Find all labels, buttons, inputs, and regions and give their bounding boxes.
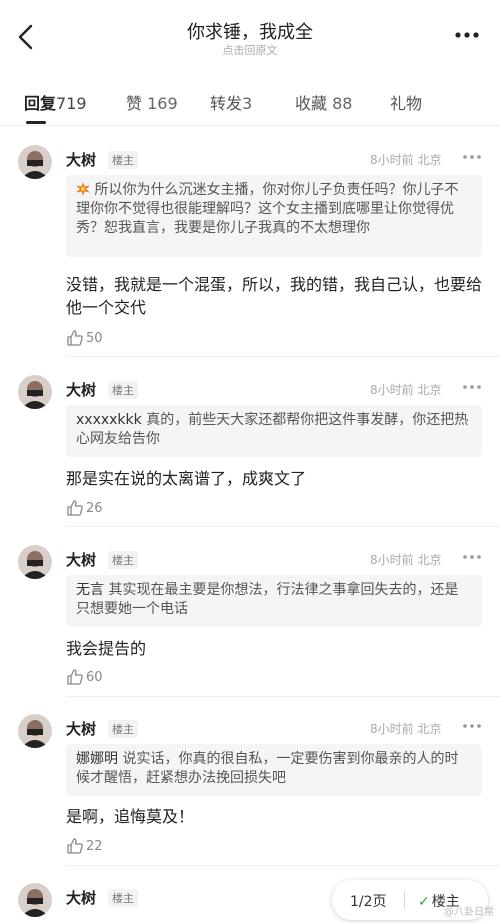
divider	[66, 696, 500, 697]
username[interactable]: 大树	[66, 149, 96, 170]
comment-location: 北京	[417, 553, 442, 567]
username[interactable]: 大树	[66, 549, 96, 570]
comment-time: 8小时前	[370, 383, 414, 397]
op-badge: 楼主	[108, 151, 138, 169]
comment-more-icon[interactable]	[462, 384, 482, 390]
avatar[interactable]	[18, 375, 52, 409]
avatar[interactable]	[18, 145, 52, 179]
tab-label: 转发	[210, 94, 243, 113]
comment-time: 8小时前	[370, 153, 414, 167]
tab-label: 赞	[126, 94, 143, 113]
quote-text: 说实话，你真的很自私，一定要伤害到你最亲的人的时候才醒悟，赶紧想办法挽回损失吧	[76, 751, 459, 786]
thumbs-up-icon	[67, 669, 83, 685]
tab-likes[interactable]: 赞 169	[126, 90, 178, 114]
op-badge: 楼主	[108, 889, 138, 907]
like-count: 26	[86, 501, 103, 516]
tab-gifts[interactable]: 礼物	[390, 90, 422, 114]
burst-emoji-icon	[76, 182, 90, 196]
like-count: 22	[86, 839, 103, 854]
comment-time: 8小时前	[370, 553, 414, 567]
comment-location: 北京	[417, 383, 442, 397]
comment-more-icon[interactable]	[462, 154, 482, 160]
divider	[66, 526, 500, 527]
tab-label: 收藏	[295, 94, 328, 113]
like-count: 50	[86, 331, 103, 346]
top-bar: 你求锤，我成全 点击回原文	[0, 0, 500, 70]
divider	[66, 356, 500, 357]
thumbs-up-icon	[67, 330, 83, 346]
tab-count: 3	[242, 94, 253, 113]
tab-favorites[interactable]: 收藏 88	[295, 90, 352, 114]
quoted-comment[interactable]: xxxxxkkk 真的，前些天大家还都帮你把这件事发酵，你还把热心网友给告你	[66, 405, 482, 457]
comment-meta: 8小时前 北京	[370, 551, 441, 568]
quote-author[interactable]: 无言	[76, 582, 104, 598]
divider	[0, 125, 500, 126]
divider	[66, 865, 500, 866]
comment-location: 北京	[417, 153, 442, 167]
comment-more-icon[interactable]	[462, 723, 482, 729]
tab-count: 88	[332, 94, 353, 113]
back-to-original-link[interactable]: 点击回原文	[0, 42, 500, 58]
comment-location: 北京	[417, 722, 442, 736]
quoted-comment[interactable]: 无言 其实现在最主要是你想法，行法律之事拿回失去的，还是只想要她一个电话	[66, 575, 482, 627]
tab-count: 169	[147, 94, 178, 113]
quote-author[interactable]: 娜娜明	[76, 751, 118, 767]
comment-meta: 8小时前 北京	[370, 151, 441, 168]
username[interactable]: 大树	[66, 379, 96, 400]
active-tab-indicator	[26, 121, 46, 124]
reply-text: 我会提告的	[66, 639, 147, 658]
quote-text: 其实现在最主要是你想法，行法律之事拿回失去的，还是只想要她一个电话	[76, 582, 459, 617]
reply-text: 是啊，追悔莫及！	[66, 807, 195, 826]
op-badge: 楼主	[108, 381, 138, 399]
quoted-comment[interactable]: 娜娜明 说实话，你真的很自私，一定要伤害到你最亲的人的时候才醒悟，赶紧想办法挽回…	[66, 744, 482, 796]
tab-count: 719	[56, 94, 87, 113]
op-badge: 楼主	[108, 551, 138, 569]
quote-author[interactable]: xxxxxkkk	[76, 412, 142, 428]
tab-replies[interactable]: 回复719	[24, 90, 87, 114]
username[interactable]: 大树	[66, 718, 96, 739]
comment-time: 8小时前	[370, 722, 414, 736]
tab-label: 回复	[24, 94, 57, 113]
thumbs-up-icon	[67, 500, 83, 516]
reply-text: 那是实在说的太离谱了，成爽文了	[66, 469, 307, 488]
comment-meta: 8小时前 北京	[370, 381, 441, 398]
op-badge: 楼主	[108, 720, 138, 738]
username[interactable]: 大树	[66, 887, 96, 908]
quote-text: 所以你为什么沉迷女主播，你对你儿子负责任吗？你儿子不理你你不觉得也很能理解吗？这…	[76, 182, 459, 236]
comment-more-icon[interactable]	[462, 554, 482, 560]
check-icon: ✓	[418, 894, 430, 910]
comment-meta: 8小时前 北京	[370, 720, 441, 737]
divider	[404, 890, 405, 910]
like-count: 60	[86, 670, 103, 685]
avatar[interactable]	[18, 545, 52, 579]
page-indicator-button[interactable]: 1/2页	[350, 891, 387, 911]
avatar[interactable]	[18, 714, 52, 748]
tab-reposts[interactable]: 转发3	[210, 90, 252, 114]
thumbs-up-icon	[67, 838, 83, 854]
quoted-comment[interactable]: 所以你为什么沉迷女主播，你对你儿子负责任吗？你儿子不理你你不觉得也很能理解吗？这…	[66, 175, 482, 257]
tab-bar: 回复719 赞 169 转发3 收藏 88 礼物	[0, 80, 500, 124]
more-options-icon[interactable]	[454, 28, 480, 42]
tab-label: 礼物	[390, 94, 423, 113]
page-title: 你求锤，我成全	[187, 22, 313, 43]
reply-text: 没错，我就是一个混蛋，所以，我的错，我自己认，也要给他一个交代	[66, 275, 483, 317]
watermark: @八卦日常	[444, 907, 494, 918]
avatar[interactable]	[18, 883, 52, 917]
